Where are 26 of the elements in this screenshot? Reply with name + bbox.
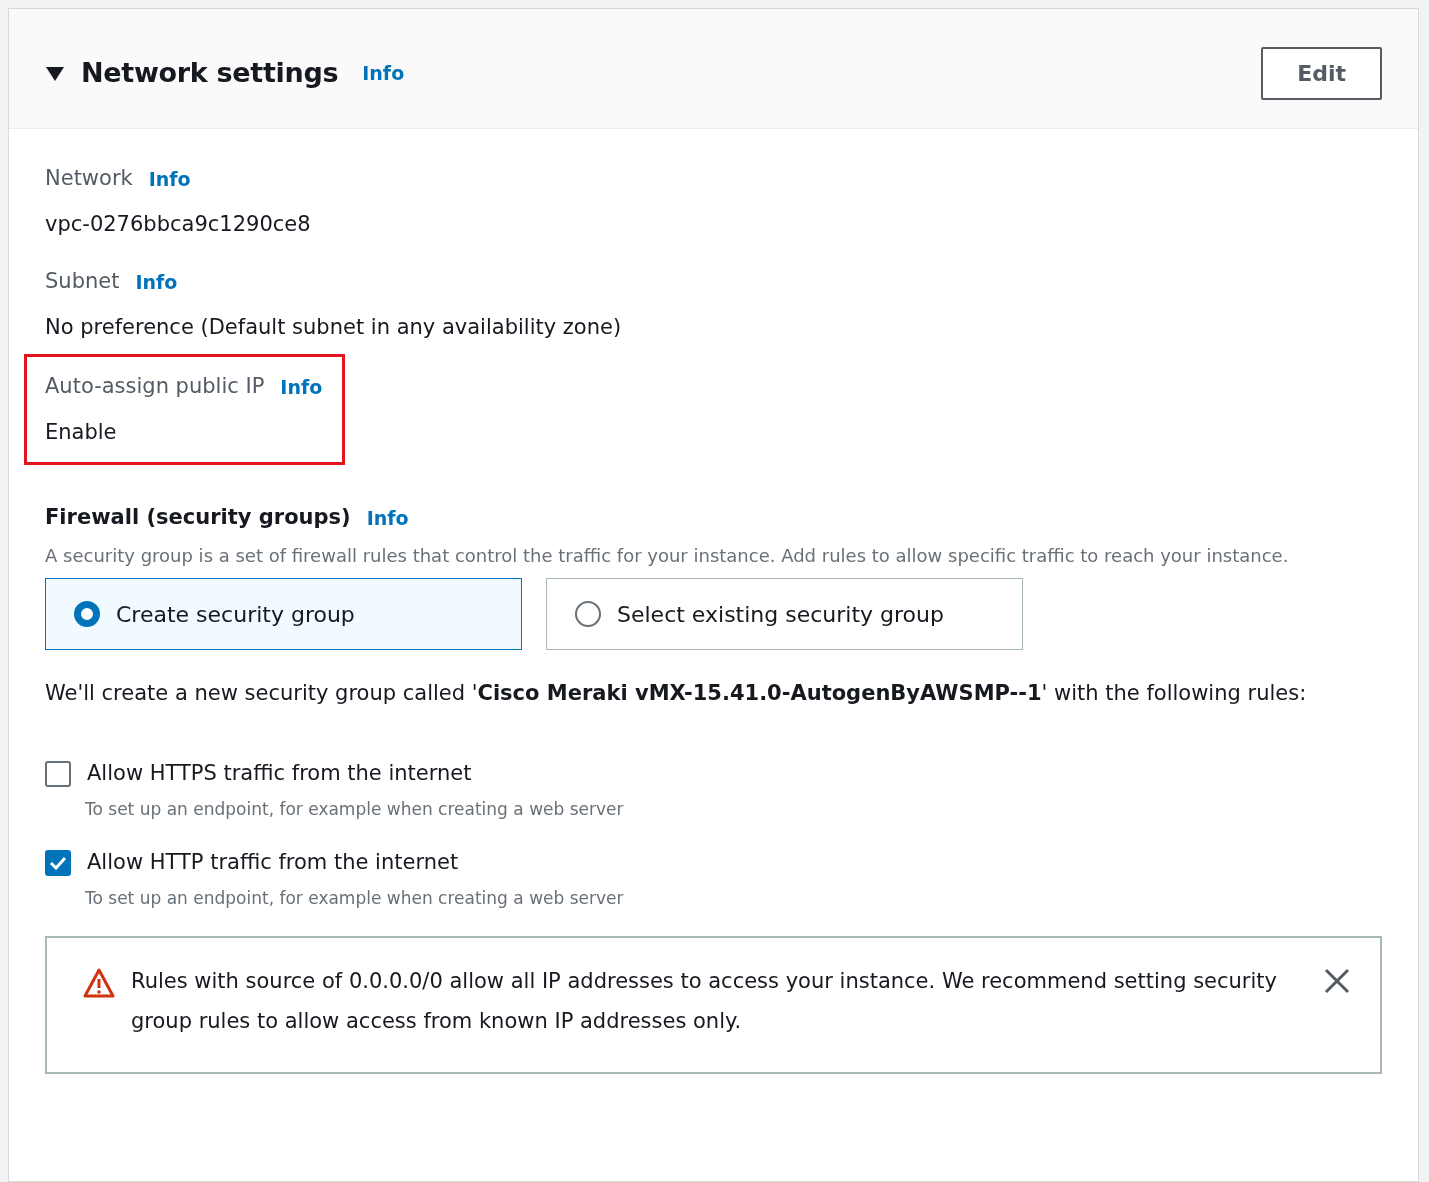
info-link[interactable]: Info <box>280 372 323 401</box>
info-link[interactable]: Info <box>366 503 409 532</box>
section-title: Network settings <box>81 56 339 91</box>
info-sentence: We'll create a new security group called 'Cisco Meraki vMX-15.41.0-AutogenByAWSMP--1' with the following rules: <box>45 680 1308 708</box>
radio-option[interactable]: Create security group <box>45 578 522 651</box>
hint-text: To set up an endpoint, for example when creating a web server <box>85 798 625 822</box>
field-label: Network <box>45 165 133 192</box>
info-link[interactable]: Info <box>148 164 191 193</box>
description-text: A security group is a set of firewall rules that control the traffic for your instance. Add rules to allow specific traffic to reach your instance. <box>45 543 1290 568</box>
field-value: Enable <box>45 418 118 446</box>
field-label: Subnet <box>45 268 120 295</box>
hint-text: To set up an endpoint, for example when creating a web server <box>85 887 625 911</box>
info-link[interactable]: Info <box>362 59 405 88</box>
alert-message: Rules with source of 0.0.0.0/0 allow all IP addresses to access your instance. We recommend setting security group rules to allow access from known IP addresses only. <box>131 967 1278 1035</box>
edit-button[interactable]: Edit <box>1261 47 1382 100</box>
field-label: Auto-assign public IP <box>45 373 265 400</box>
checkbox-option[interactable]: Allow HTTPS traffic from the internet <box>45 757 1382 790</box>
checkbox-option[interactable]: Allow HTTP traffic from the internet <box>45 846 1382 879</box>
radio-option[interactable]: Select existing security group <box>546 578 1023 651</box>
collapse-caret-icon[interactable] <box>45 65 65 82</box>
field-value: No preference (Default subnet in any availability zone) <box>45 313 623 341</box>
info-link[interactable]: Info <box>135 267 178 296</box>
section-heading: Firewall (security groups) <box>45 504 351 531</box>
field-value: vpc-0276bbca9c1290ce8 <box>45 210 312 238</box>
warning-icon <box>83 967 115 998</box>
check-icon <box>49 855 67 870</box>
